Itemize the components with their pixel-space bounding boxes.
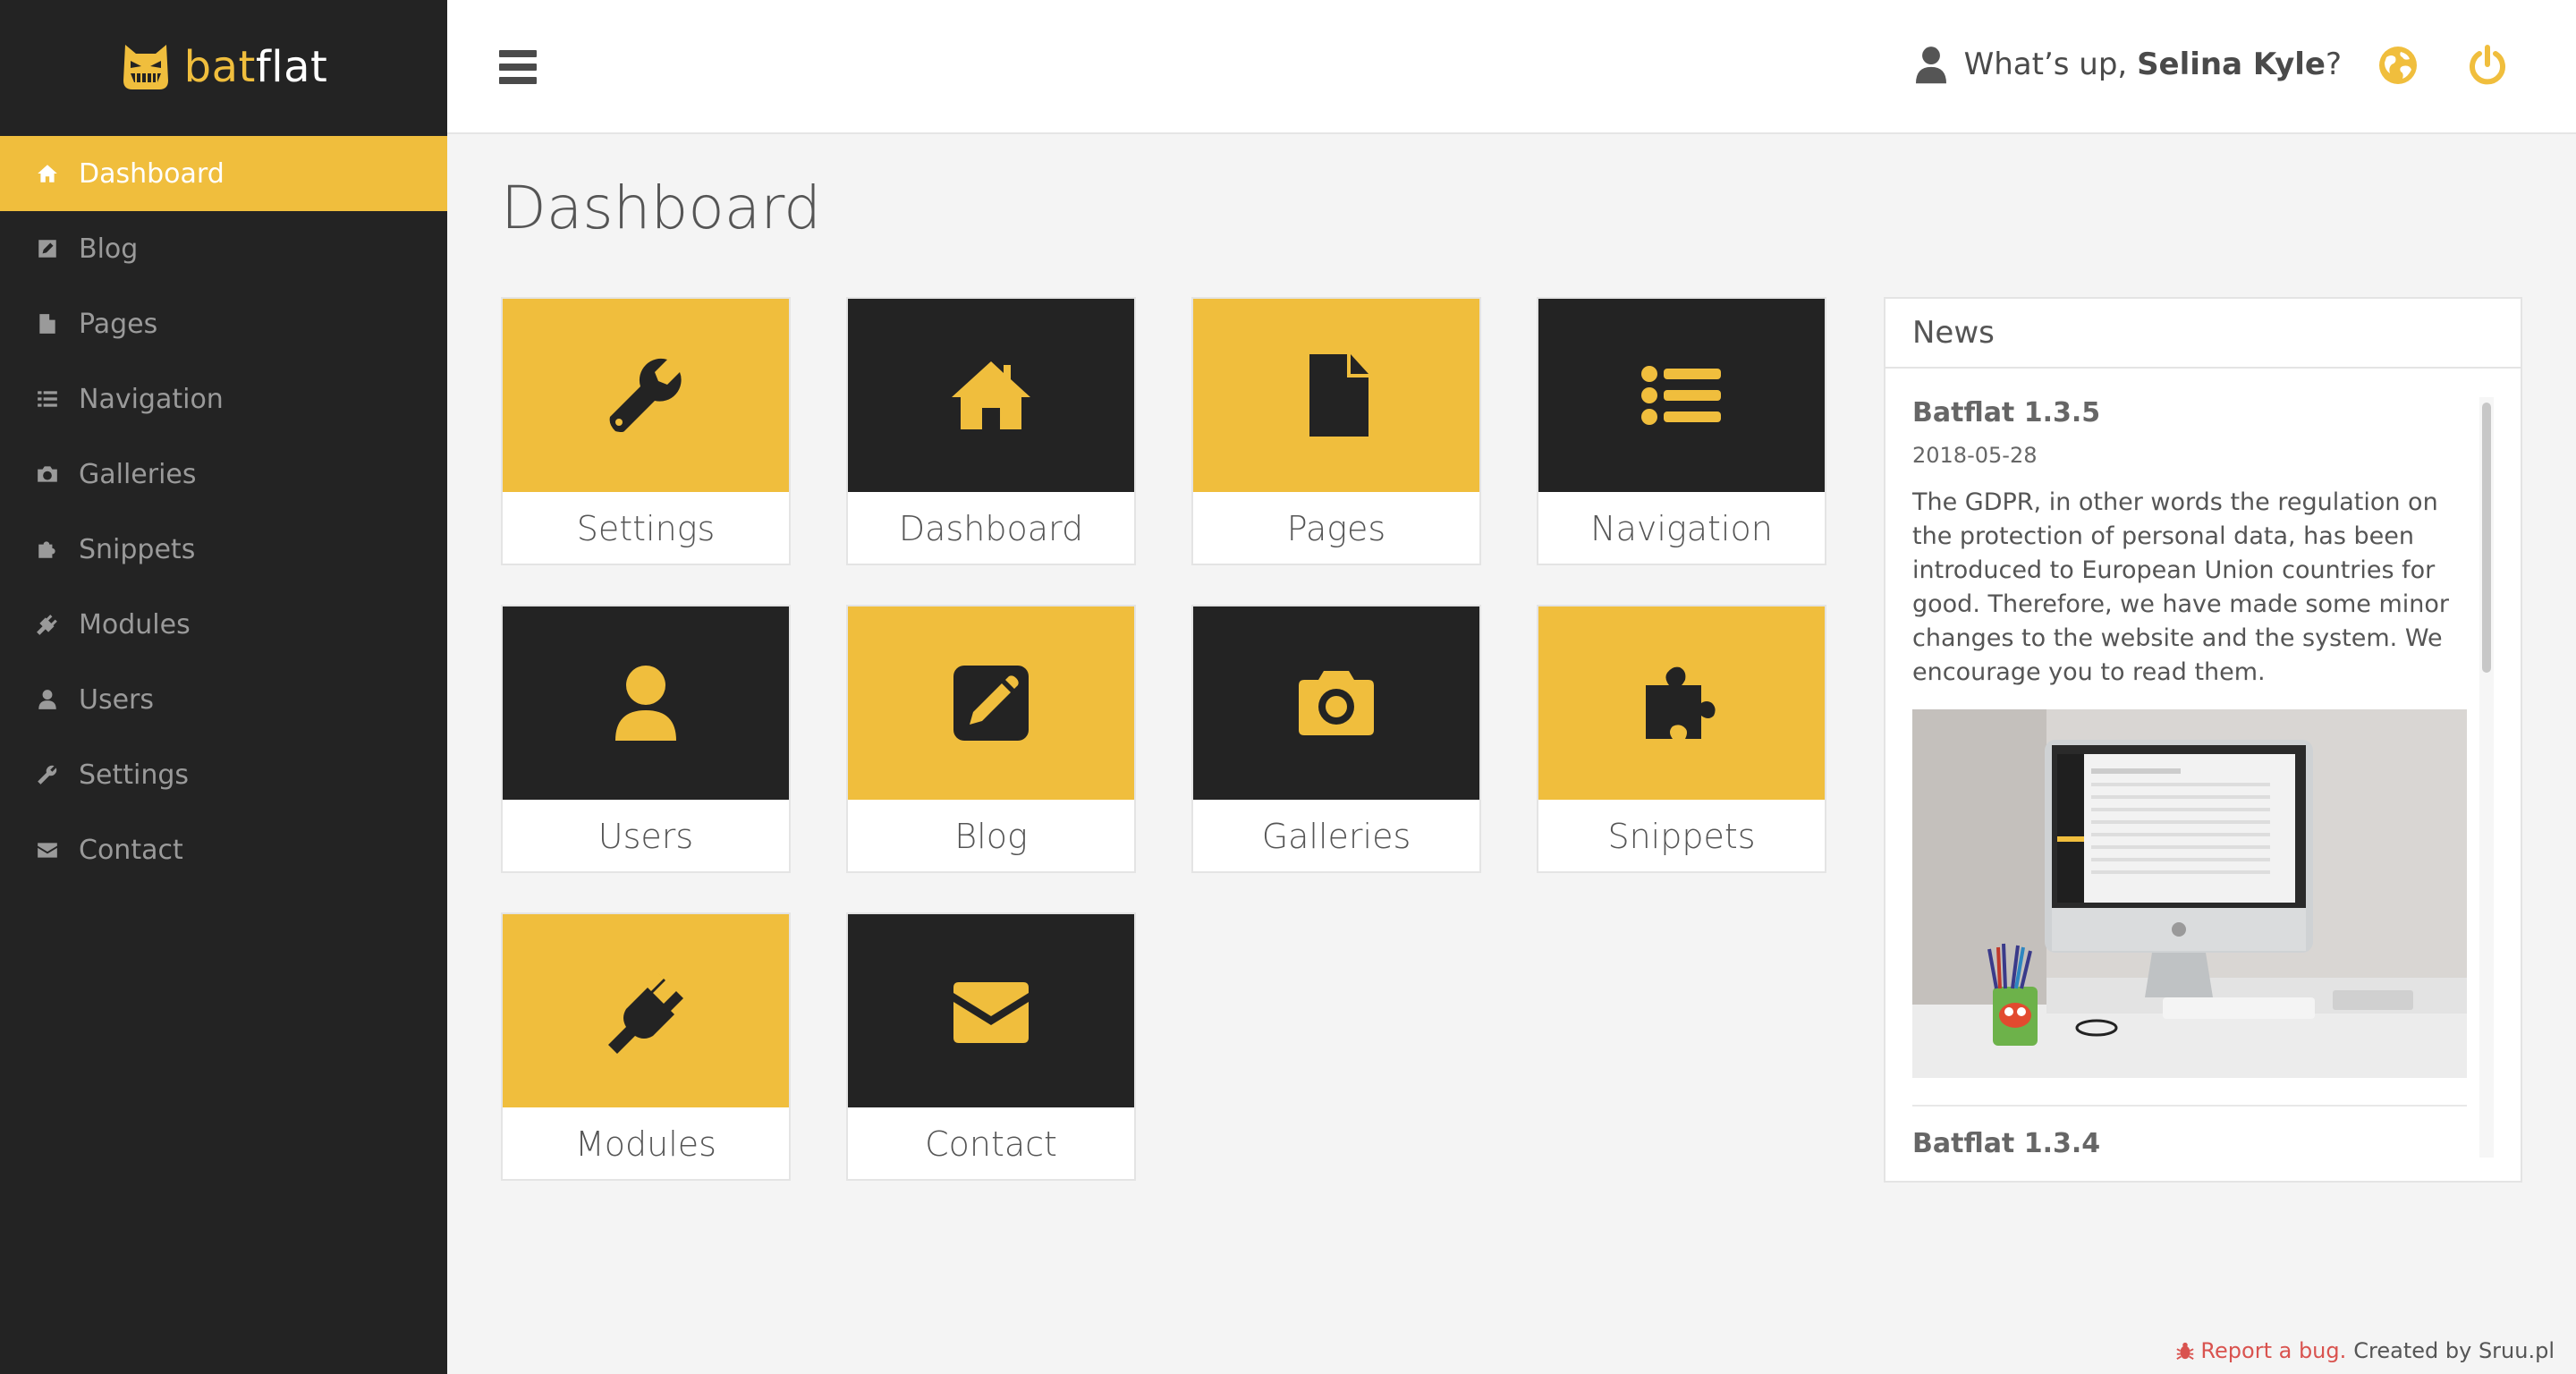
tile-label: Snippets xyxy=(1607,817,1756,856)
home-icon xyxy=(38,165,57,182)
brand-suffix: flat xyxy=(255,42,328,92)
greeting-prefix: What’s up, xyxy=(1963,47,2138,82)
camera-icon xyxy=(38,466,57,482)
tile-label: Users xyxy=(597,817,694,856)
globe-icon[interactable] xyxy=(2377,45,2419,86)
pencil-square-icon xyxy=(38,240,56,258)
brand[interactable]: batflat xyxy=(0,0,447,134)
envelope-icon xyxy=(38,843,57,858)
sidebar-item-label: Modules xyxy=(79,608,191,640)
sidebar-item-label: Navigation xyxy=(79,383,224,415)
news-panel: News Batflat 1.3.5 2018-05-28 The GDPR, … xyxy=(1884,297,2522,1183)
news-item-date: 2018-05-28 xyxy=(1912,443,2038,468)
plug-icon xyxy=(37,615,57,635)
greeting-suffix: ? xyxy=(2325,47,2342,82)
sidebar-nav: Dashboard Blog Pages Navigation Gallerie… xyxy=(0,136,447,887)
file-icon xyxy=(39,314,55,334)
tile-settings[interactable]: Settings xyxy=(501,297,791,565)
sidebar-item-settings[interactable]: Settings xyxy=(0,737,447,812)
sidebar-item-contact[interactable]: Contact xyxy=(0,812,447,887)
user-greeting: What’s up, Selina Kyle? xyxy=(1915,45,2342,84)
home-icon xyxy=(952,361,1030,429)
list-icon xyxy=(1641,366,1721,425)
report-bug-text: Report a bug. xyxy=(2200,1338,2347,1363)
brand-prefix: bat xyxy=(183,42,256,92)
file-icon xyxy=(1309,354,1368,437)
tile-dashboard[interactable]: Dashboard xyxy=(846,297,1136,565)
news-item-title[interactable]: Batflat 1.3.5 xyxy=(1912,397,2467,428)
power-icon[interactable] xyxy=(2467,45,2508,86)
menu-toggle-button[interactable] xyxy=(499,50,537,84)
news-scrollbar[interactable] xyxy=(2479,397,2494,1158)
bug-icon xyxy=(2176,1342,2195,1360)
puzzle-icon xyxy=(38,541,55,558)
sidebar-item-label: Snippets xyxy=(79,533,196,565)
camera-icon xyxy=(1299,671,1374,735)
news-scrollbar-thumb[interactable] xyxy=(2482,403,2491,673)
news-item-image xyxy=(1912,709,2467,1078)
pencil-square-icon xyxy=(953,666,1029,741)
tile-label: Contact xyxy=(925,1124,1057,1164)
user-icon xyxy=(615,666,676,741)
footer-credit: Created by Sruu.pl xyxy=(2353,1338,2555,1363)
list-icon xyxy=(38,391,57,407)
sidebar-item-pages[interactable]: Pages xyxy=(0,286,447,361)
tile-pages[interactable]: Pages xyxy=(1191,297,1481,565)
sidebar-item-label: Pages xyxy=(79,308,158,340)
tile-label: Navigation xyxy=(1590,509,1773,548)
sidebar-item-modules[interactable]: Modules xyxy=(0,587,447,662)
imac-photo xyxy=(1912,709,2467,1078)
sidebar-item-galleries[interactable]: Galleries xyxy=(0,437,447,512)
news-separator xyxy=(1912,1105,2467,1107)
tile-galleries[interactable]: Galleries xyxy=(1191,605,1481,873)
news-item-title[interactable]: Batflat 1.3.4 xyxy=(1912,1128,2467,1159)
report-bug-link[interactable]: Report a bug. xyxy=(2175,1338,2346,1363)
sidebar-item-label: Blog xyxy=(79,233,139,265)
tile-label: Blog xyxy=(954,817,1028,856)
topbar: What’s up, Selina Kyle? xyxy=(447,0,2576,134)
tile-label: Galleries xyxy=(1261,817,1411,856)
puzzle-icon xyxy=(1646,666,1716,739)
tile-snippets[interactable]: Snippets xyxy=(1537,605,1826,873)
brand-name: batflat xyxy=(184,42,328,92)
tile-users[interactable]: Users xyxy=(501,605,791,873)
sidebar-item-blog[interactable]: Blog xyxy=(0,211,447,286)
footer: Report a bug. Created by Sruu.pl xyxy=(2175,1338,2555,1363)
news-item-text: The GDPR, in other words the regulation … xyxy=(1912,488,2450,686)
user-icon xyxy=(1915,47,1946,84)
wrench-icon xyxy=(38,765,57,785)
sidebar-item-label: Galleries xyxy=(79,458,197,490)
tile-navigation[interactable]: Navigation xyxy=(1537,297,1826,565)
sidebar-item-users[interactable]: Users xyxy=(0,662,447,737)
sidebar-item-label: Users xyxy=(79,683,155,716)
sidebar-item-navigation[interactable]: Navigation xyxy=(0,361,447,437)
news-heading: News xyxy=(1885,299,2521,369)
sidebar-item-label: Settings xyxy=(79,759,190,791)
sidebar-item-label: Contact xyxy=(79,834,183,866)
wrench-icon xyxy=(609,358,682,432)
news-list: Batflat 1.3.5 2018-05-28 The GDPR, in ot… xyxy=(1912,397,2467,1159)
sidebar-item-snippets[interactable]: Snippets xyxy=(0,512,447,587)
user-icon xyxy=(38,690,56,709)
sidebar: batflat Dashboard Blog Pages Navigation … xyxy=(0,0,447,1374)
tile-label: Pages xyxy=(1286,509,1386,548)
sidebar-item-label: Dashboard xyxy=(79,157,225,190)
page-title: Dashboard xyxy=(501,174,822,242)
tile-contact[interactable]: Contact xyxy=(846,912,1136,1181)
batflat-logo-icon xyxy=(123,45,168,89)
sidebar-item-dashboard[interactable]: Dashboard xyxy=(0,136,447,211)
user-name: Selina Kyle xyxy=(2137,47,2326,82)
tile-blog[interactable]: Blog xyxy=(846,605,1136,873)
tile-label: Modules xyxy=(575,1124,716,1164)
tile-label: Dashboard xyxy=(898,509,1084,548)
tile-modules[interactable]: Modules xyxy=(501,912,791,1181)
greeting-text: What’s up, Selina Kyle? xyxy=(1964,47,2342,82)
envelope-icon xyxy=(953,982,1029,1043)
tile-label: Settings xyxy=(576,509,716,548)
plug-icon xyxy=(608,973,683,1054)
